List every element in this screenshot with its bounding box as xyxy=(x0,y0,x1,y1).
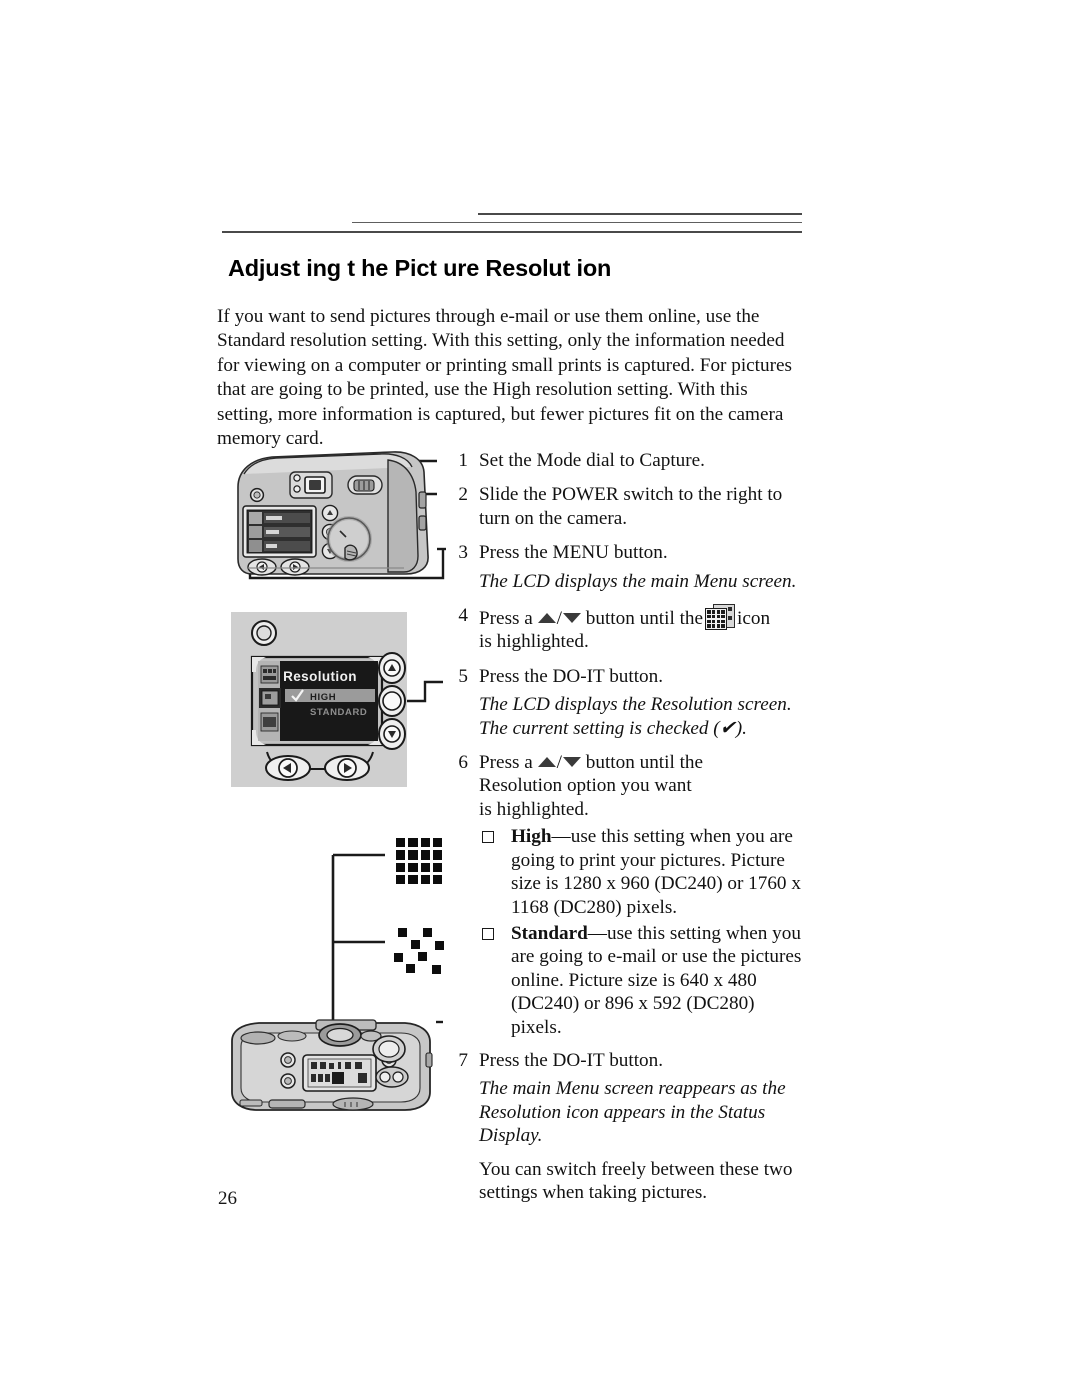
step-7: 7 Press the DO-IT button. xyxy=(446,1049,806,1072)
intro-paragraph: If you want to send pictures through e-m… xyxy=(217,306,792,450)
step-6: 6 Press a / button until the Resolution … xyxy=(446,751,806,821)
pattern-cell xyxy=(408,862,418,872)
bullet-dash: — xyxy=(551,826,571,848)
closing-paragraph: You can switch freely between these two … xyxy=(479,1158,793,1203)
bullet-term: High xyxy=(511,826,552,848)
pattern-dot xyxy=(406,964,415,973)
leader-lines-top xyxy=(248,459,446,580)
pattern-cell xyxy=(408,838,418,848)
header-rule-middle xyxy=(352,222,802,223)
bullet-high: High—use this setting when you are going… xyxy=(479,825,806,919)
step-6-prefix: Press a xyxy=(479,752,533,774)
step-6-line2: Resolution option you want xyxy=(479,775,692,797)
resolution-icon-front-sheet xyxy=(705,608,728,631)
pattern-cell xyxy=(396,874,406,884)
step-4-prefix: Press a xyxy=(479,608,533,630)
step-5-note: The LCD displays the Resolution screen. … xyxy=(479,694,792,739)
svg-text:Resolution: Resolution xyxy=(283,669,357,684)
pattern-dot xyxy=(435,941,444,950)
bullet-dash: — xyxy=(587,922,607,944)
down-arrow-icon xyxy=(562,757,581,768)
pattern-cell xyxy=(396,850,406,860)
camera-lcd-illustration: Resolution HIGH STANDARD xyxy=(231,612,407,787)
pattern-dot xyxy=(432,965,441,974)
header-rule-top xyxy=(478,213,802,215)
pattern-cell xyxy=(432,862,442,872)
standard-resolution-pattern-icon xyxy=(394,928,450,980)
step-4: 4 Press a / button until the icon is high… xyxy=(446,604,806,654)
resolution-icon-dot xyxy=(728,616,733,621)
pattern-dot xyxy=(418,952,427,961)
pattern-cell xyxy=(432,874,442,884)
step-5: 5 Press the DO-IT button. xyxy=(446,665,806,688)
slash-separator: / xyxy=(556,752,562,774)
square-bullet-icon xyxy=(482,831,494,844)
step-text: Slide the POWER switch to the right to t… xyxy=(479,484,783,529)
step-text: Press the MENU button. xyxy=(479,542,668,564)
pattern-dot xyxy=(394,953,403,962)
step-number: 4 xyxy=(458,605,468,627)
pattern-dot xyxy=(423,928,432,937)
step-4-suffix: icon xyxy=(737,608,771,630)
pattern-cell xyxy=(396,838,406,848)
pattern-cell xyxy=(396,862,406,872)
pattern-cell xyxy=(408,874,418,884)
up-arrow-icon xyxy=(537,613,556,624)
page-title: Adjust ing t he Pict ure Resolut ion xyxy=(228,255,612,281)
square-bullet-icon xyxy=(482,927,494,940)
leader-lines-patterns xyxy=(331,853,385,1078)
svg-text:HIGH: HIGH xyxy=(310,692,336,703)
step-text: Press a / button until the icon is highli… xyxy=(479,604,806,654)
camera-top-illustration xyxy=(231,1019,433,1111)
step-number: 6 xyxy=(458,752,468,774)
step-number: 3 xyxy=(458,542,468,564)
step-3-note: The LCD displays the main Menu screen. xyxy=(479,570,797,592)
step-number: 2 xyxy=(458,484,468,506)
bullet-term: Standard xyxy=(511,922,588,944)
svg-text:STANDARD: STANDARD xyxy=(310,707,367,718)
pattern-cell xyxy=(420,874,430,884)
camera-back-illustration xyxy=(237,451,429,576)
header-rules xyxy=(0,0,1080,233)
pattern-dot xyxy=(411,940,420,949)
step-text: Set the Mode dial to Capture. xyxy=(479,450,705,471)
step-2: 2 Slide the POWER switch to the right to… xyxy=(446,483,806,530)
up-arrow-icon xyxy=(537,757,556,768)
pattern-cell xyxy=(420,850,430,860)
step-number: 7 xyxy=(458,1049,468,1071)
bullet-standard: Standard—use this setting when you are g… xyxy=(479,922,806,1039)
pattern-cell xyxy=(432,850,442,860)
resolution-options-list: High—use this setting when you are going… xyxy=(446,825,806,1039)
slash-separator: / xyxy=(556,608,562,630)
resolution-icon xyxy=(705,604,736,631)
step-number: 5 xyxy=(458,665,468,687)
leader-line-do-it xyxy=(399,680,443,703)
step-6-middle: button until the xyxy=(585,752,704,774)
step-1: 1 Set the Mode dial to Capture. xyxy=(446,449,806,472)
step-text: Press the DO-IT button. xyxy=(479,1049,664,1071)
down-arrow-icon xyxy=(562,613,581,624)
pattern-dot xyxy=(398,928,407,937)
step-4-line2: is highlighted. xyxy=(479,631,589,653)
pattern-cell xyxy=(420,838,430,848)
pattern-cell xyxy=(408,850,418,860)
instruction-steps: 1 Set the Mode dial to Capture. 2 Slide … xyxy=(446,449,806,1204)
step-number: 1 xyxy=(458,450,468,471)
step-4-middle: button until the xyxy=(585,608,704,630)
pattern-cell xyxy=(420,862,430,872)
step-7-note: The main Menu screen reappears as the Re… xyxy=(479,1078,786,1147)
page-number: 26 xyxy=(218,1188,237,1209)
header-rule-bottom xyxy=(222,231,802,233)
pattern-cell xyxy=(432,838,442,848)
step-3: 3 Press the MENU button. xyxy=(446,541,806,564)
high-resolution-pattern-icon xyxy=(396,838,442,884)
step-6-line3: is highlighted. xyxy=(479,798,589,820)
step-text: Press a / button until the Resolution op… xyxy=(479,751,806,821)
resolution-icon-dot xyxy=(728,607,733,612)
step-text: Press the DO-IT button. xyxy=(479,665,664,687)
